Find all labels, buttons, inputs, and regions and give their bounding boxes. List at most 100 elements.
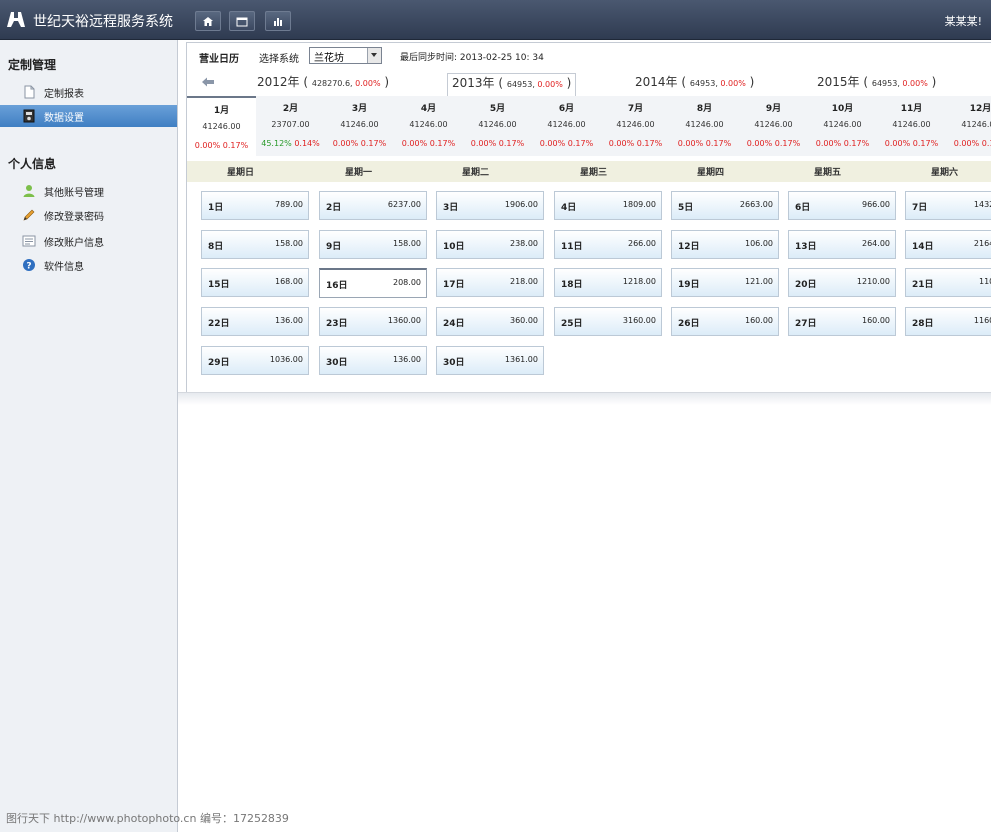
back-arrow-icon[interactable] [201,76,215,88]
year-tab-2[interactable]: 2014年 ( 64953, 0.00% ) [635,73,754,95]
month-percent: 0.00% 0.17% [325,139,394,148]
year-tab-3[interactable]: 2015年 ( 64953, 0.00% ) [817,73,936,95]
month-value: 41246.00 [478,120,517,129]
month-name: 4月 [420,104,437,114]
month-percent-2: 0.17% [636,139,663,148]
month-tab-6[interactable]: 6月 41246.00 0.00% 0.17% [532,96,601,156]
day-number: 25日 [561,319,583,329]
day-cell[interactable]: 15日 168.00 [201,268,309,297]
statistics-button[interactable] [265,11,291,31]
day-cell[interactable]: 3日 1906.00 [436,191,544,220]
day-cell[interactable]: 14日 2164.00 [905,230,991,259]
month-percent: 0.00% 0.17% [394,139,463,148]
day-cell[interactable]: 10日 238.00 [436,230,544,259]
day-cell[interactable]: 8日 158.00 [201,230,309,259]
year-amount: 64953 [871,79,898,88]
day-value: 160.00 [745,316,773,325]
day-value: 264.00 [862,239,890,248]
day-cell[interactable]: 20日 1210.00 [788,268,896,297]
day-cell[interactable]: 25日 3160.00 [554,307,662,336]
day-value: 1210.00 [856,277,890,286]
day-cell[interactable]: 17日 218.00 [436,268,544,297]
day-cell[interactable]: 7日 1432.00 [905,191,991,220]
data-settings-icon [23,109,35,123]
chevron-down-icon[interactable] [367,48,381,63]
month-tab-5[interactable]: 5月 41246.00 0.00% 0.17% [463,96,532,156]
day-cell[interactable]: 26日 160.00 [671,307,779,336]
day-cell[interactable]: 1日 789.00 [201,191,309,220]
calendar-button[interactable] [229,11,255,31]
day-value: 1361.00 [504,355,538,364]
day-cell[interactable]: 12日 106.00 [671,230,779,259]
month-tab-7[interactable]: 7月 41246.00 0.00% 0.17% [601,96,670,156]
month-percent-2: 0.17% [360,139,387,148]
month-tab-1[interactable]: 1月 41246.00 0.00% 0.17% [187,96,256,158]
day-cell[interactable]: 16日 208.00 [319,268,427,298]
month-value: 41246.00 [340,120,379,129]
day-cell[interactable]: 2日 6237.00 [319,191,427,220]
year-paren-close: ) [927,75,937,89]
month-name: 3月 [351,104,368,114]
month-value: 41246.00 [961,120,991,129]
month-row: 1月 41246.00 0.00% 0.17% 2月 23707.00 45.12% 0.… [187,96,991,158]
day-cell[interactable]: 30日 1361.00 [436,346,544,375]
day-cell[interactable]: 13日 264.00 [788,230,896,259]
day-cell[interactable]: 22日 136.00 [201,307,309,336]
sidebar-item-change-password[interactable]: 修改登录密码 [0,204,177,226]
day-cell[interactable]: 29日 1036.00 [201,346,309,375]
month-tab-2[interactable]: 2月 23707.00 45.12% 0.14% [256,96,325,156]
sidebar-item-account-info[interactable]: 修改账户信息 [0,230,177,252]
day-cell[interactable]: 24日 360.00 [436,307,544,336]
month-tab-11[interactable]: 11月 41246.00 0.00% 0.17% [877,96,946,156]
day-cell[interactable]: 5日 2663.00 [671,191,779,220]
year-paren-open: ( [494,76,507,90]
year-percent: 0.00% [902,79,928,88]
day-cell[interactable]: 30日 136.00 [319,346,427,375]
year-amount: 64953 [506,80,533,89]
year-tab-1[interactable]: 2013年 ( 64953, 0.00% ) [447,73,577,96]
day-number: 22日 [208,319,230,329]
sidebar-item-software-info[interactable]: ? 软件信息 [0,254,177,276]
month-percent-1: 0.00% [194,141,221,150]
year-tab-0[interactable]: 2012年 ( 428270.6, 0.00% ) [257,73,389,95]
user-name[interactable]: 某某某! [945,13,982,29]
day-cell[interactable]: 21日 110.00 [905,268,991,297]
month-percent-2: 0.17% [981,139,991,148]
day-value: 218.00 [510,277,538,286]
day-cell[interactable]: 4日 1809.00 [554,191,662,220]
sidebar-item-account-manage[interactable]: 其他账号管理 [0,180,177,202]
day-number: 30日 [443,358,465,368]
day-cell[interactable]: 23日 1360.00 [319,307,427,336]
month-percent-1: 0.00% [401,139,428,148]
month-tab-4[interactable]: 4月 41246.00 0.00% 0.17% [394,96,463,156]
month-tab-10[interactable]: 10月 41246.00 0.00% 0.17% [808,96,877,156]
day-number: 13日 [795,242,817,252]
day-cell[interactable]: 28日 1160.00 [905,307,991,336]
month-percent: 0.00% 0.17% [532,139,601,148]
sidebar-item-custom-report[interactable]: 定制报表 [0,81,177,103]
system-select[interactable]: 兰花坊 [309,47,382,64]
month-percent-1: 0.00% [884,139,911,148]
month-value: 41246.00 [547,120,586,129]
month-tab-12[interactable]: 12月 41246.00 0.00% 0.17% [946,96,991,156]
sidebar-item-data-settings[interactable]: 数据设置 [0,105,177,127]
day-cell[interactable]: 19日 121.00 [671,268,779,297]
day-value: 360.00 [510,316,538,325]
month-tab-3[interactable]: 3月 41246.00 0.00% 0.17% [325,96,394,156]
month-tab-9[interactable]: 9月 41246.00 0.00% 0.17% [739,96,808,156]
day-number: 2日 [326,203,342,213]
day-value: 160.00 [862,316,890,325]
month-tab-8[interactable]: 8月 41246.00 0.00% 0.17% [670,96,739,156]
day-cell[interactable]: 9日 158.00 [319,230,427,259]
day-cell[interactable]: 27日 160.00 [788,307,896,336]
sidebar-section-custom: 定制管理 [8,58,57,72]
month-percent: 45.12% 0.14% [256,139,325,148]
year-percent: 0.00% [720,79,746,88]
day-cell[interactable]: 11日 266.00 [554,230,662,259]
day-cell[interactable]: 6日 966.00 [788,191,896,220]
home-button[interactable] [195,11,221,31]
sidebar-item-label: 其他账号管理 [44,188,104,199]
day-cell[interactable]: 18日 1218.00 [554,268,662,297]
day-value: 1432.00 [973,200,991,209]
month-value: 41246.00 [685,120,724,129]
